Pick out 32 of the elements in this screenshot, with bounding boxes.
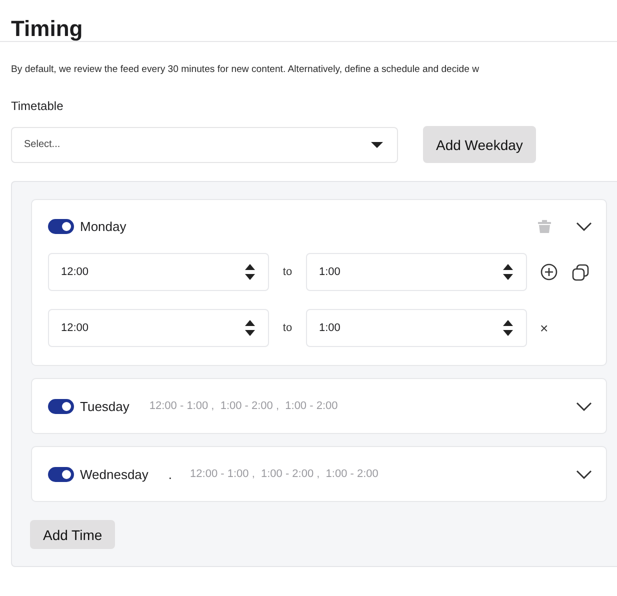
- time-summary: 12:00 - 1:00 , 1:00 - 2:00 , 1:00 - 2:00: [190, 468, 378, 480]
- description-text: By default, we review the feed every 30 minutes for new content. Alternatively, define a schedule and decide w: [11, 64, 480, 75]
- stepper-icon[interactable]: [502, 263, 514, 281]
- chevron-icon[interactable]: [576, 222, 592, 231]
- add-icon[interactable]: [540, 263, 558, 281]
- remove-button[interactable]: ×: [540, 320, 548, 336]
- day-name: Wednesday: [80, 466, 148, 482]
- add-time-button[interactable]: Add Time: [30, 520, 116, 549]
- stepper-icon[interactable]: [244, 263, 256, 281]
- chevron-icon[interactable]: [576, 402, 592, 410]
- page-title: Timing: [0, 0, 617, 42]
- time-field[interactable]: 1:00: [306, 309, 527, 347]
- time-field[interactable]: 12:00: [48, 253, 269, 291]
- day-name: Tuesday: [80, 398, 130, 414]
- time-field[interactable]: 12:00: [48, 309, 269, 347]
- field-label: Timetable: [11, 99, 64, 113]
- chevron-icon[interactable]: [576, 470, 592, 478]
- range-separator: to: [282, 266, 294, 278]
- time-field[interactable]: 1:00: [306, 253, 527, 291]
- stepper-icon[interactable]: [244, 319, 256, 337]
- add-weekday-button[interactable]: Add Weekday: [423, 126, 536, 163]
- range-separator: to: [282, 322, 294, 334]
- caret-icon[interactable]: [371, 142, 383, 148]
- day-name: Monday: [80, 219, 126, 234]
- copy-icon[interactable]: [572, 264, 589, 280]
- stepper-icon[interactable]: [502, 319, 514, 337]
- timetable-dropdown[interactable]: Select...: [11, 126, 398, 162]
- toggle-switch[interactable]: [48, 398, 74, 414]
- toggle-switch[interactable]: [48, 466, 74, 482]
- toggle-switch[interactable]: [48, 219, 74, 234]
- separator-dot: .: [168, 466, 172, 482]
- time-summary: 12:00 - 1:00 , 1:00 - 2:00 , 1:00 - 2:00: [149, 400, 338, 412]
